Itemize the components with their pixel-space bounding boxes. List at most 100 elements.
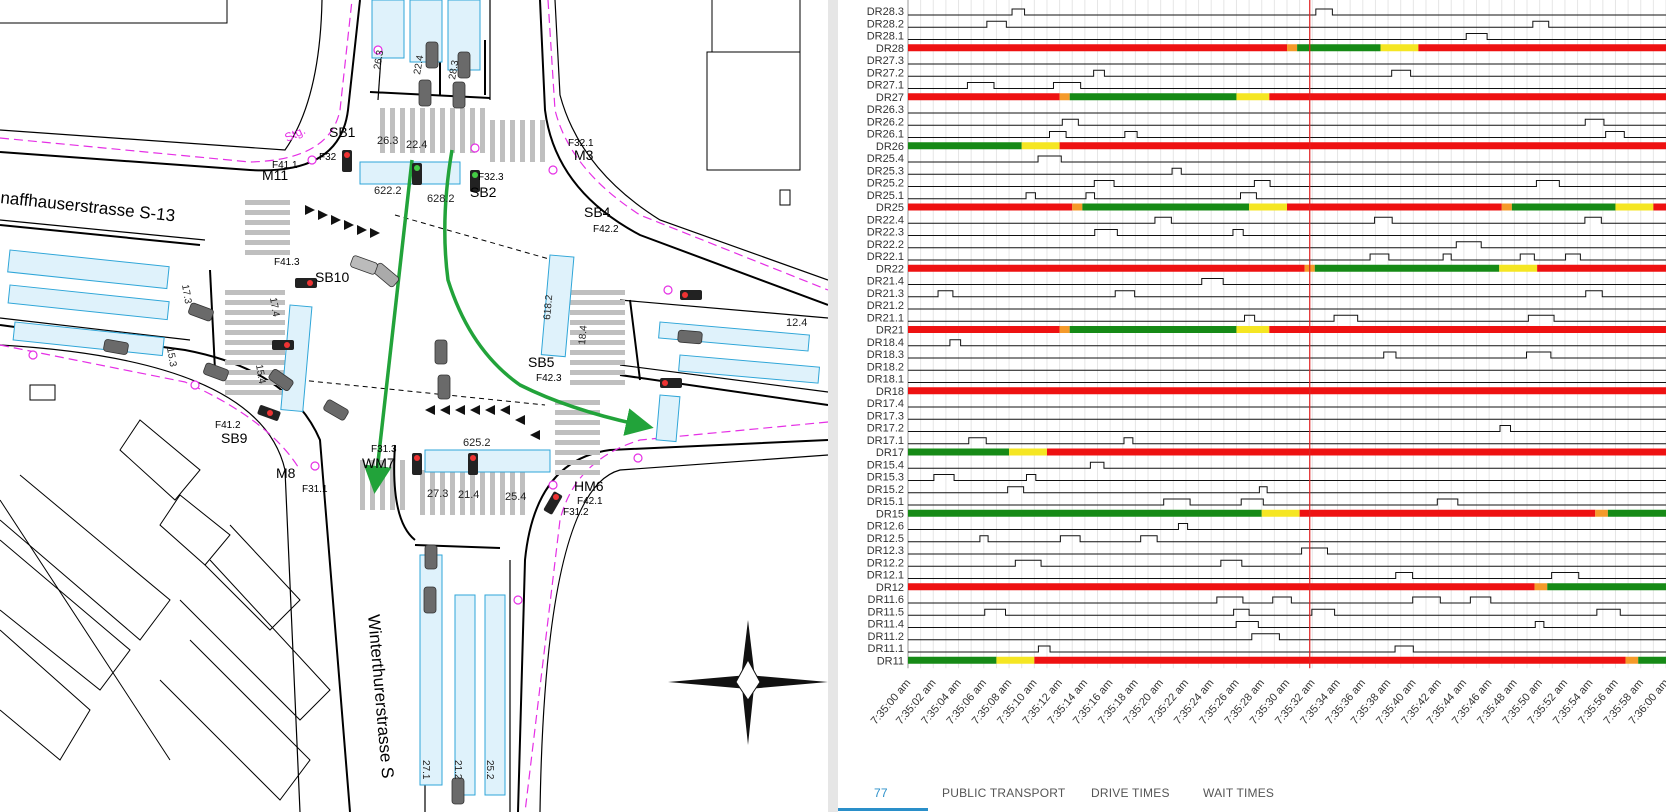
signal-phase-bar [1625,656,1639,664]
timeline-row-label: DR17.4 [867,398,904,410]
timeline-row-label: DR11.1 [868,643,904,655]
signal-phase-bar [1653,203,1666,211]
building-outline [0,0,228,24]
timeline-row-label: DR15.3 [867,472,904,484]
signal-label-m3: M3 [574,147,594,163]
timeline-row-label: DR22.1 [867,251,904,263]
compass-rose-icon [668,620,828,745]
signal-phase-bar [1072,203,1083,211]
signal-phase-bar [908,448,1010,456]
signal-phase-bar [1615,203,1654,211]
timeline-row-label: DR28 [876,43,904,55]
signal-phase-bar [1638,656,1666,664]
signal-phase-bar [1547,583,1666,591]
lane-label-25-2: 25.2 [484,760,495,780]
signal-green-light [414,165,420,171]
crosswalk-north-right [490,120,550,162]
signal-phase-bar [1059,142,1666,150]
timeline-row-label: DR22.2 [867,239,904,251]
intersection-map-canvas[interactable]: naffhauserstrasse S-13 Winterthurerstras… [0,0,828,812]
vehicle [323,399,349,421]
active-tab-indicator [838,808,928,811]
signal-label-hm6: HM6 [574,478,604,494]
building-outline [779,189,791,206]
signal-red-light [267,410,273,416]
timeline-row-label: DR17.2 [867,423,904,435]
signal-phase-bar [1607,509,1666,517]
signal-label-f42-2: F42.2 [593,224,619,235]
timeline-row-label: DR12.6 [867,521,904,533]
tab-77[interactable]: 77 [874,786,888,800]
signal-phase-bar [1236,93,1270,101]
timeline-row-label: DR26 [876,141,904,153]
lane-label-27-1: 27.1 [420,760,431,780]
timeline-row-label: DR12.1 [867,570,904,582]
intersection-map[interactable]: naffhauserstrasse S-13 Winterthurerstras… [0,0,828,812]
lane-label-25-4: 25.4 [505,491,526,503]
lane-label-625-2: 625.2 [463,437,491,449]
signal-phase-bar [908,509,1262,517]
map-labels: naffhauserstrasse S-13 Winterthurerstras… [0,49,807,780]
signal-phase-bar [1537,264,1666,272]
vehicle [434,339,448,365]
timeline-row-label: DR28.1 [867,31,904,43]
building-outline [711,0,801,53]
signal-phase-bar [908,326,1060,333]
crosswalk-west-top [245,200,290,260]
signal-label-f42-3: F42.3 [536,373,562,384]
signal-timeline-panel[interactable]: DR28.3 DR28.2 DR28.1 DR28 DR27.3 DR27.2 DR27.1… [838,0,1666,812]
signal-label-sb10: SB10 [315,269,349,285]
signal-phase-bar [1021,142,1060,150]
signal-phase-bar [1287,44,1298,52]
signal-label-f41-1: F41.1 [272,160,298,171]
timeline-row-label: DR27 [876,92,904,104]
signal-timeline-chart[interactable]: DR28.3DR28.2DR28.1DR28DR27.3DR27.2DR27.1… [838,0,1666,770]
lane-label-26-3: 26.3 [377,135,398,147]
signal-phase-bar [1059,93,1070,101]
timeline-row-label: DR27.3 [867,55,904,67]
crosswalk-east-bottom [555,400,600,475]
vehicle [425,41,439,69]
timeline-row-label: DR25.4 [867,153,904,165]
timeline-row-label: DR18.3 [867,349,904,361]
signal-phase-bar [1595,509,1608,517]
lane-label-17-3: 17.3 [179,284,193,306]
signal-phase-bar [908,203,1073,211]
signal-label-f32-3: F32.3 [478,172,504,183]
lane-label-27-3: 27.3 [427,488,448,500]
stg-label: Stg. [282,123,307,145]
timeline-row-label: DR15.2 [867,484,904,496]
timeline-row-label: DR11.5 [868,606,904,618]
signal-red-light [414,455,420,461]
signal-phase-bar [1009,448,1047,456]
timeline-row-label: DR18 [876,386,904,398]
tab-public-transport[interactable]: PUBLIC TRANSPORT [942,786,1065,800]
signal-phase-bar [1499,264,1538,272]
signal-phase-bar [908,656,997,664]
lane-label-22-4b: 22.4 [406,139,427,151]
tab-wait-times[interactable]: WAIT TIMES [1203,786,1274,800]
tab-drive-times[interactable]: DRIVE TIMES [1091,786,1170,800]
signal-label-f31-3: F31.3 [371,444,397,455]
signal-red-light [682,292,688,298]
give-way-markings [305,205,540,440]
timeline-row-label: DR25.2 [867,178,904,190]
timeline-rows: DR28.3DR28.2DR28.1DR28DR27.3DR27.2DR27.1… [867,6,1666,667]
timeline-row-label: DR17.3 [867,410,904,422]
vehicle [424,544,438,570]
signal-phase-bar [908,387,1666,395]
bottom-tab-bar: 77 PUBLIC TRANSPORT DRIVE TIMES WAIT TIM… [838,770,1666,812]
lane-label-21-2: 21.2 [452,760,463,780]
signal-phase-bar [1287,203,1502,211]
signal-phase-bar [1269,93,1666,101]
lane-label-622-2: 622.2 [374,185,402,197]
vehicle [350,255,378,275]
timeline-row-label: DR21.4 [867,276,904,288]
signal-phase-bar [1034,656,1626,664]
timeline-row-label: DR12 [876,582,904,594]
lane-label-18-4: 18.4 [577,324,590,345]
signal-phase-bar [1059,326,1070,333]
signal-label-sb2: SB2 [470,184,497,200]
panel-splitter[interactable] [828,0,838,812]
lane-label-21-4: 21.4 [458,489,479,501]
